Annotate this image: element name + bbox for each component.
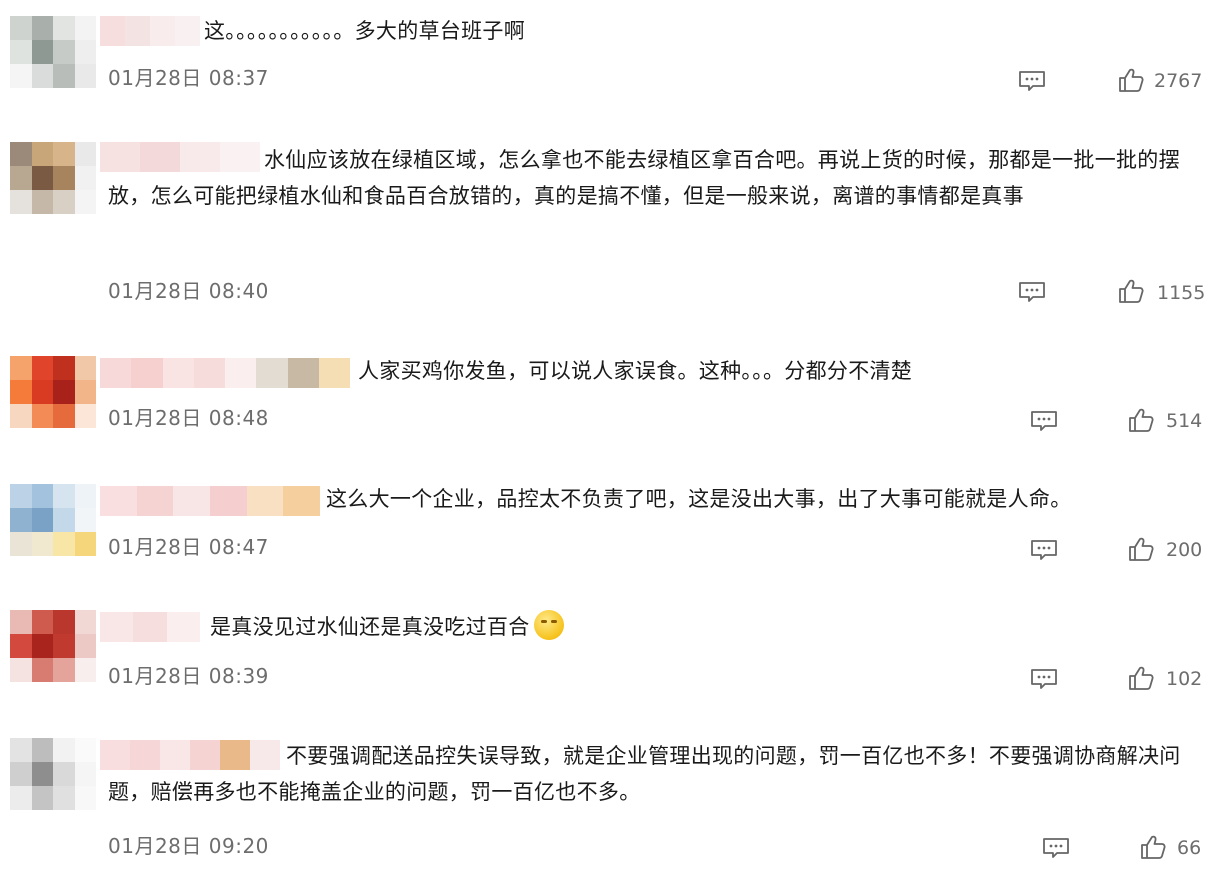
- avatar-pixel: [31, 786, 53, 810]
- avatar-pixel: [53, 762, 75, 786]
- comment-text: 不要强调配送品控失误导致，就是企业管理出现的问题，罚一百亿也不多！不要强调协商解…: [108, 744, 1181, 804]
- avatar-pixel: [53, 786, 75, 810]
- avatar-pixel: [10, 786, 32, 810]
- avatar-pixel: [74, 762, 96, 786]
- like-count: 66: [1177, 837, 1202, 859]
- avatar[interactable]: [10, 738, 96, 810]
- avatar-pixel: [74, 738, 96, 762]
- avatar-pixel: [10, 762, 32, 786]
- comment-item: 不要强调配送品控失误导致，就是企业管理出现的问题，罚一百亿也不多！不要强调协商解…: [0, 0, 1228, 874]
- avatar-pixel: [31, 762, 53, 786]
- avatar-pixel: [31, 738, 53, 762]
- thumbs-up-icon[interactable]: [1140, 834, 1166, 860]
- avatar-pixel: [53, 738, 75, 762]
- avatar-pixel: [10, 738, 32, 762]
- avatar-pixel: [74, 786, 96, 810]
- comment-bubble-icon[interactable]: [1042, 837, 1070, 859]
- comment-timestamp: 01月28日 09:20: [108, 834, 269, 858]
